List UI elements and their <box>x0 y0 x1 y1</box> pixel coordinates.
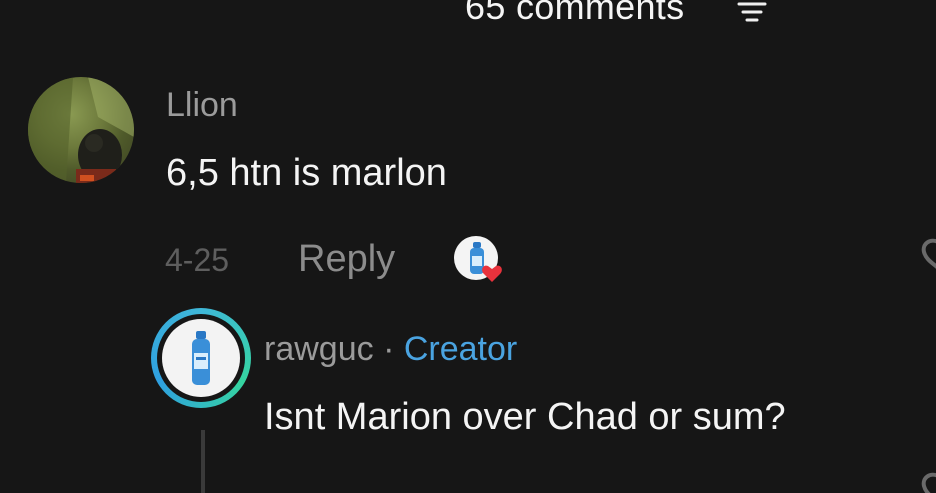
comment-count: 65 comments <box>465 0 685 27</box>
thread-line <box>201 430 205 493</box>
comment-text: 6,5 htn is marlon <box>166 152 447 194</box>
reply-username[interactable]: rawguc <box>264 330 374 368</box>
name-separator: · <box>383 330 395 368</box>
comment-date: 4-25 <box>165 242 230 278</box>
filter-lines-icon[interactable] <box>737 0 767 24</box>
comment-text: Isnt Marion over Chad or sum? <box>264 396 786 438</box>
water-bottle-icon <box>192 331 210 385</box>
water-bottle-avatar <box>162 319 240 397</box>
reply-button[interactable]: Reply <box>298 238 395 281</box>
creator-avatar-inner <box>157 314 245 402</box>
creator-heart-badge-icon <box>452 234 510 286</box>
user-photo-avatar[interactable] <box>28 77 134 183</box>
avatar-photo-icon <box>28 77 134 183</box>
comments-screen: 65 comments Llion 6,5 htn is marlon 4-25… <box>0 0 936 493</box>
comments-header: 65 comments <box>0 0 936 30</box>
heart-outline-icon[interactable] <box>908 468 936 493</box>
creator-badge: Creator <box>403 330 518 368</box>
creator-avatar-ring[interactable] <box>151 308 251 408</box>
comment-username: rawguc · Creator <box>264 330 517 369</box>
heart-outline-icon[interactable] <box>908 234 936 280</box>
comment-username[interactable]: Llion <box>166 86 238 125</box>
